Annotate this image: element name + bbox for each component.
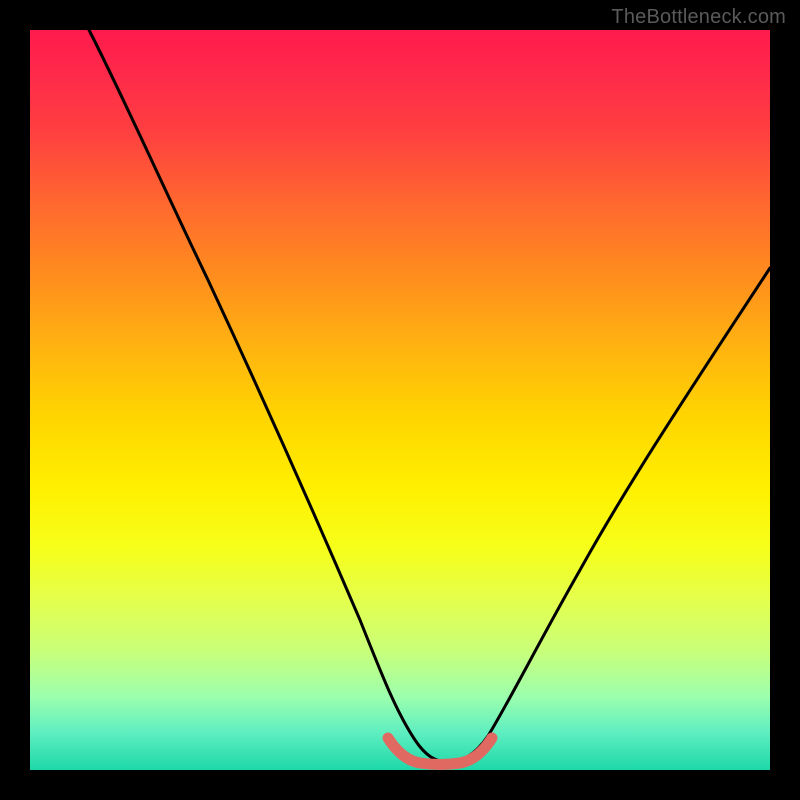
curve-valley-highlight bbox=[388, 738, 492, 765]
chart-frame: TheBottleneck.com bbox=[0, 0, 800, 800]
plot-area bbox=[30, 30, 770, 770]
watermark-text: TheBottleneck.com bbox=[611, 6, 786, 29]
curve-main bbox=[89, 30, 770, 762]
chart-svg bbox=[30, 30, 770, 770]
